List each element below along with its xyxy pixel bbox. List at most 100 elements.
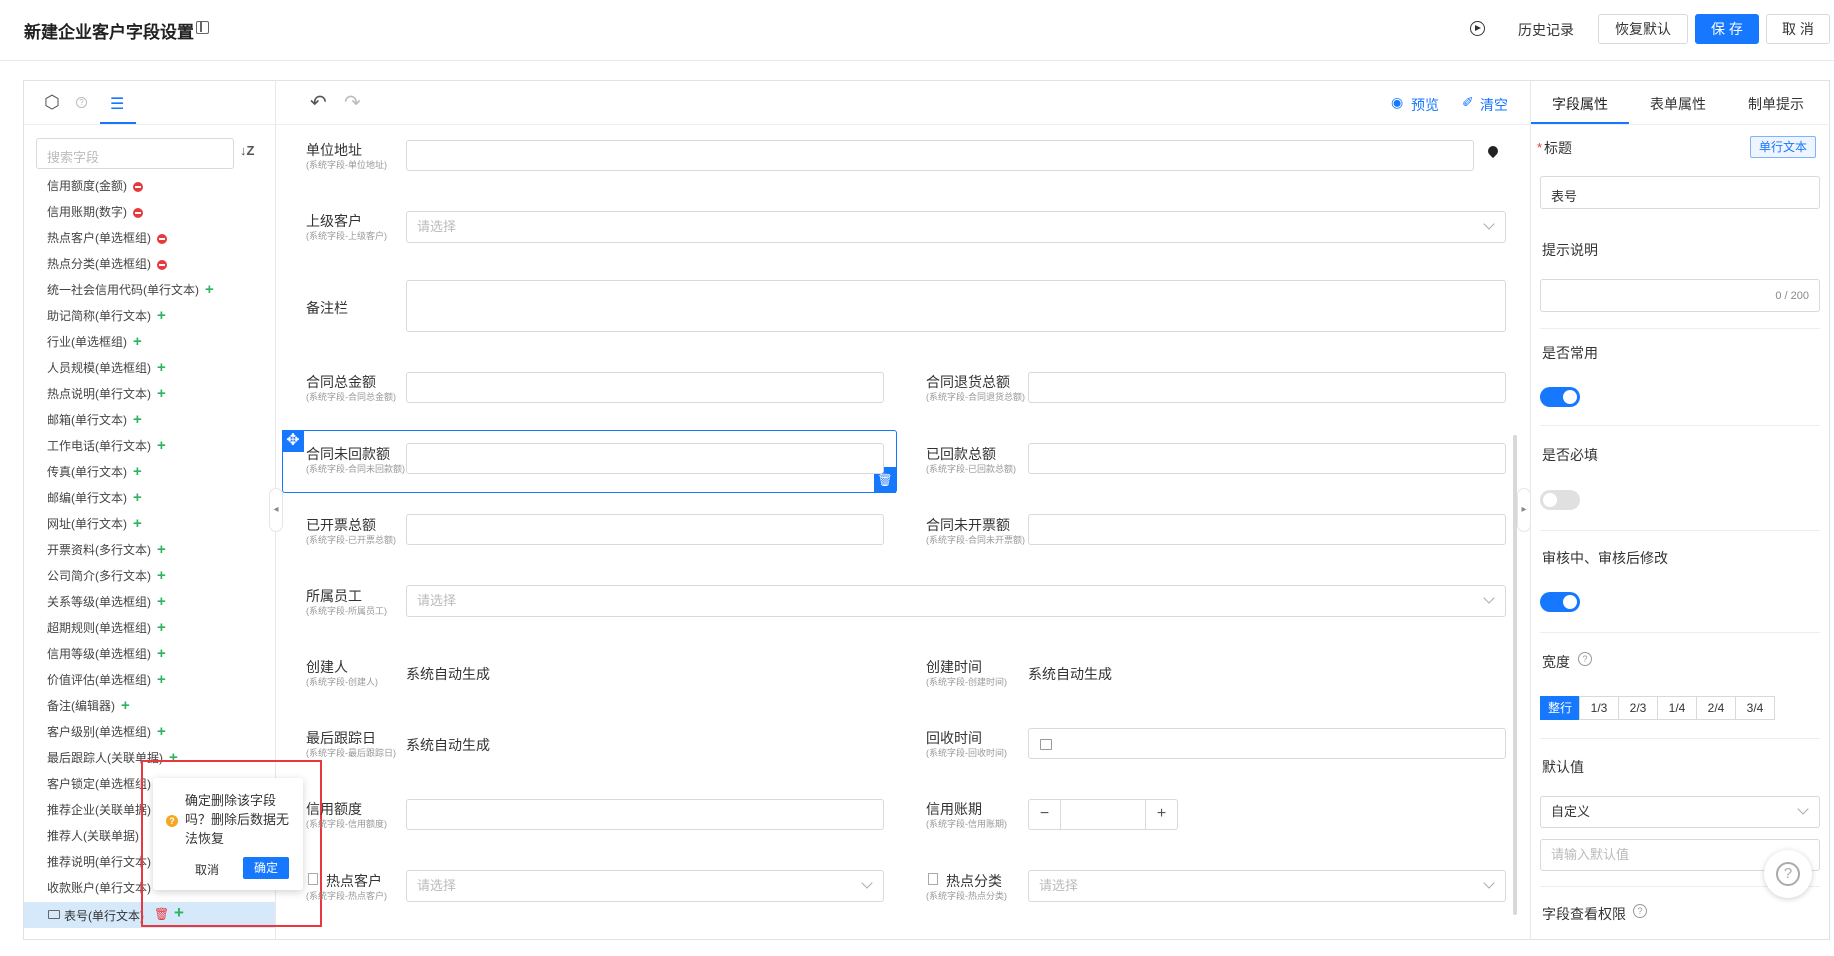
cube-icon[interactable]: ⬡: [44, 92, 60, 113]
address-input[interactable]: [406, 140, 1474, 171]
add-icon[interactable]: +: [157, 385, 166, 402]
plus-button[interactable]: +: [1145, 800, 1177, 829]
paid-total-input[interactable]: [1028, 443, 1506, 474]
remove-icon[interactable]: [157, 259, 167, 270]
list-item[interactable]: 统一社会信用代码(单行文本) +: [47, 281, 214, 299]
add-icon[interactable]: +: [157, 619, 166, 636]
sort-icon[interactable]: ↓Z: [240, 143, 254, 158]
list-item[interactable]: 传真(单行文本) +: [47, 463, 142, 481]
contract-return-input[interactable]: [1028, 372, 1506, 403]
common-toggle[interactable]: [1540, 387, 1580, 407]
contract-unpaid-input[interactable]: [406, 443, 884, 474]
list-item[interactable]: 超期规则(单选框组) +: [47, 619, 166, 637]
field-search-input[interactable]: 搜索字段: [36, 138, 234, 169]
add-icon[interactable]: +: [133, 463, 142, 480]
tree-icon[interactable]: ☰: [110, 94, 124, 114]
add-icon[interactable]: +: [121, 697, 130, 714]
add-icon[interactable]: +: [157, 567, 166, 584]
canvas-scrollbar[interactable]: [1513, 435, 1517, 915]
tab-document-tips[interactable]: 制单提示: [1748, 94, 1804, 114]
history-button[interactable]: 历史记录: [1518, 20, 1574, 40]
list-item[interactable]: 信用等级(单选框组) +: [47, 645, 166, 663]
add-icon[interactable]: +: [157, 723, 166, 740]
cancel-button[interactable]: 取 消: [1766, 14, 1830, 44]
remove-icon[interactable]: [133, 181, 143, 192]
help-icon[interactable]: ?: [1633, 904, 1647, 918]
add-icon[interactable]: +: [157, 359, 166, 376]
add-icon[interactable]: +: [133, 333, 142, 350]
list-item[interactable]: 客户锁定(单选框组): [47, 775, 151, 793]
credit-period-stepper[interactable]: − +: [1028, 799, 1178, 830]
right-collapse-handle[interactable]: ▸: [1517, 488, 1531, 532]
parent-customer-select[interactable]: 请选择: [406, 211, 1506, 243]
drag-handle-icon[interactable]: ✥: [282, 430, 304, 452]
contract-total-input[interactable]: [406, 372, 884, 403]
required-toggle[interactable]: [1540, 490, 1580, 510]
hot-customer-select[interactable]: 请选择: [406, 870, 884, 902]
list-item[interactable]: 推荐说明(单行文本): [47, 853, 151, 871]
list-item[interactable]: 备注(编辑器) +: [47, 697, 130, 715]
remark-textarea[interactable]: [406, 280, 1506, 332]
width-option[interactable]: 整行: [1540, 696, 1580, 720]
restore-default-button[interactable]: 恢复默认: [1598, 14, 1688, 44]
width-option[interactable]: 2/3: [1618, 696, 1658, 720]
help-icon[interactable]: ?: [76, 97, 87, 108]
width-option[interactable]: 1/3: [1579, 696, 1619, 720]
preview-button[interactable]: 预览: [1411, 95, 1439, 115]
clear-button[interactable]: 清空: [1480, 95, 1508, 115]
redo-icon[interactable]: ↷: [344, 90, 361, 115]
invoiced-total-input[interactable]: [406, 514, 884, 545]
add-icon[interactable]: +: [157, 645, 166, 662]
add-icon[interactable]: +: [157, 307, 166, 324]
list-item[interactable]: 邮编(单行文本) +: [47, 489, 142, 507]
list-item[interactable]: 信用账期(数字): [47, 203, 143, 221]
list-item[interactable]: 公司简介(多行文本) +: [47, 567, 166, 585]
list-item[interactable]: 工作电话(单行文本) +: [47, 437, 166, 455]
recycle-time-input[interactable]: [1028, 728, 1506, 759]
default-mode-select[interactable]: 自定义: [1540, 796, 1820, 828]
popconfirm-cancel-button[interactable]: 取消: [195, 861, 219, 878]
list-item[interactable]: 行业(单选框组) +: [47, 333, 142, 351]
add-icon[interactable]: +: [205, 281, 214, 298]
play-icon[interactable]: [1470, 21, 1485, 36]
layout-icon[interactable]: [196, 21, 209, 34]
list-item[interactable]: 人员规模(单选框组) +: [47, 359, 166, 377]
list-item[interactable]: 关系等级(单选框组) +: [47, 593, 166, 611]
width-option[interactable]: 3/4: [1735, 696, 1775, 720]
list-item[interactable]: 网址(单行文本) +: [47, 515, 142, 533]
list-item[interactable]: 推荐人(关联单据): [47, 827, 139, 845]
minus-button[interactable]: −: [1029, 800, 1061, 829]
remove-icon[interactable]: [157, 233, 167, 244]
uninvoiced-input[interactable]: [1028, 514, 1506, 545]
add-icon[interactable]: +: [133, 489, 142, 506]
list-item[interactable]: 邮箱(单行文本) +: [47, 411, 142, 429]
list-item[interactable]: 推荐企业(关联单据): [47, 801, 151, 819]
owner-select[interactable]: 请选择: [406, 585, 1506, 617]
undo-icon[interactable]: ↶: [310, 90, 327, 115]
tab-form-properties[interactable]: 表单属性: [1650, 94, 1706, 114]
width-option[interactable]: 2/4: [1696, 696, 1736, 720]
left-collapse-handle[interactable]: ◂: [269, 488, 283, 532]
list-item[interactable]: 价值评估(单选框组) +: [47, 671, 166, 689]
list-item[interactable]: 热点说明(单行文本) +: [47, 385, 166, 403]
hot-category-select[interactable]: 请选择: [1028, 870, 1506, 902]
tab-field-properties[interactable]: 字段属性: [1552, 94, 1608, 114]
add-icon[interactable]: +: [133, 515, 142, 532]
help-float-button[interactable]: ?: [1764, 850, 1812, 898]
list-item[interactable]: 热点客户(单选框组): [47, 229, 167, 247]
list-item[interactable]: 收款账户(单行文本): [47, 879, 151, 897]
hint-input[interactable]: 0 / 200: [1540, 279, 1820, 312]
add-icon[interactable]: +: [133, 411, 142, 428]
width-option[interactable]: 1/4: [1657, 696, 1697, 720]
title-input[interactable]: 表号: [1540, 176, 1820, 209]
credit-amount-input[interactable]: [406, 799, 884, 830]
list-item[interactable]: 信用额度(金额): [47, 177, 143, 195]
popconfirm-ok-button[interactable]: 确定: [243, 857, 289, 879]
save-button[interactable]: 保 存: [1695, 14, 1759, 44]
help-icon[interactable]: ?: [1578, 652, 1592, 666]
remove-icon[interactable]: [133, 207, 143, 218]
list-item[interactable]: 开票资料(多行文本) +: [47, 541, 166, 559]
add-icon[interactable]: +: [157, 593, 166, 610]
list-item[interactable]: 助记简称(单行文本) +: [47, 307, 166, 325]
list-item[interactable]: 热点分类(单选框组): [47, 255, 167, 273]
